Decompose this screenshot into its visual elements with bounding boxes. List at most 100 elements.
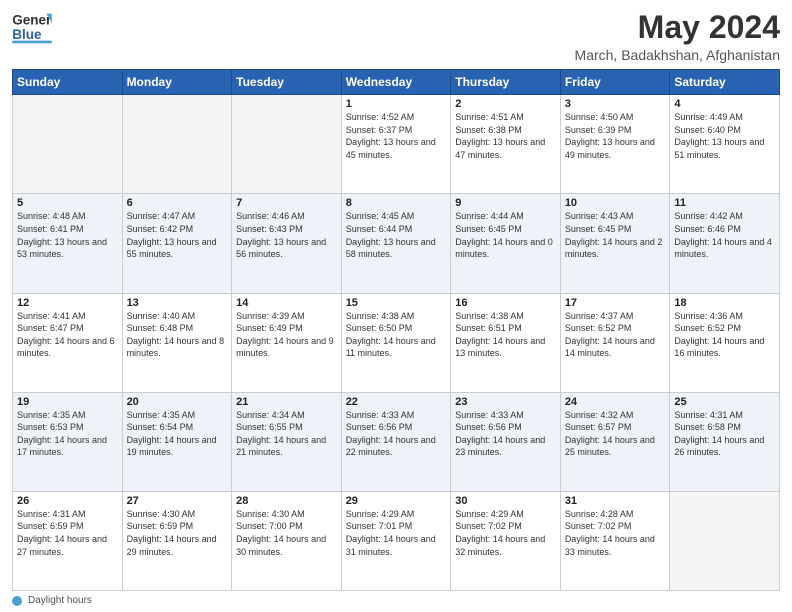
calendar-cell: 18Sunrise: 4:36 AMSunset: 6:52 PMDayligh… — [670, 293, 780, 392]
calendar-cell: 4Sunrise: 4:49 AMSunset: 6:40 PMDaylight… — [670, 95, 780, 194]
day-number: 3 — [565, 98, 666, 110]
calendar-cell: 30Sunrise: 4:29 AMSunset: 7:02 PMDayligh… — [451, 491, 561, 590]
calendar-week-row: 26Sunrise: 4:31 AMSunset: 6:59 PMDayligh… — [13, 491, 780, 590]
day-number: 5 — [17, 197, 118, 209]
day-number: 14 — [236, 297, 337, 309]
svg-text:Blue: Blue — [12, 27, 42, 42]
calendar-cell: 1Sunrise: 4:52 AMSunset: 6:37 PMDaylight… — [341, 95, 451, 194]
calendar-cell: 20Sunrise: 4:35 AMSunset: 6:54 PMDayligh… — [122, 392, 232, 491]
main-title: May 2024 — [575, 10, 780, 45]
calendar-cell — [13, 95, 123, 194]
calendar-header-row: SundayMondayTuesdayWednesdayThursdayFrid… — [13, 70, 780, 95]
calendar-header-saturday: Saturday — [670, 70, 780, 95]
calendar-cell: 8Sunrise: 4:45 AMSunset: 6:44 PMDaylight… — [341, 194, 451, 293]
day-number: 30 — [455, 495, 556, 507]
footer: Daylight hours — [12, 595, 780, 606]
calendar-table: SundayMondayTuesdayWednesdayThursdayFrid… — [12, 69, 780, 591]
day-info: Sunrise: 4:33 AMSunset: 6:56 PMDaylight:… — [455, 409, 556, 459]
day-info: Sunrise: 4:29 AMSunset: 7:01 PMDaylight:… — [346, 508, 447, 558]
day-info: Sunrise: 4:31 AMSunset: 6:58 PMDaylight:… — [674, 409, 775, 459]
day-info: Sunrise: 4:31 AMSunset: 6:59 PMDaylight:… — [17, 508, 118, 558]
day-info: Sunrise: 4:46 AMSunset: 6:43 PMDaylight:… — [236, 210, 337, 260]
day-info: Sunrise: 4:29 AMSunset: 7:02 PMDaylight:… — [455, 508, 556, 558]
title-block: May 2024 March, Badakhshan, Afghanistan — [575, 10, 780, 63]
calendar-week-row: 19Sunrise: 4:35 AMSunset: 6:53 PMDayligh… — [13, 392, 780, 491]
calendar-cell: 11Sunrise: 4:42 AMSunset: 6:46 PMDayligh… — [670, 194, 780, 293]
calendar-header-friday: Friday — [560, 70, 670, 95]
day-info: Sunrise: 4:39 AMSunset: 6:49 PMDaylight:… — [236, 310, 337, 360]
day-number: 11 — [674, 197, 775, 209]
day-number: 7 — [236, 197, 337, 209]
day-info: Sunrise: 4:28 AMSunset: 7:02 PMDaylight:… — [565, 508, 666, 558]
day-info: Sunrise: 4:41 AMSunset: 6:47 PMDaylight:… — [17, 310, 118, 360]
daylight-hours-label: Daylight hours — [28, 595, 92, 606]
calendar-cell: 26Sunrise: 4:31 AMSunset: 6:59 PMDayligh… — [13, 491, 123, 590]
day-info: Sunrise: 4:32 AMSunset: 6:57 PMDaylight:… — [565, 409, 666, 459]
day-number: 22 — [346, 396, 447, 408]
day-number: 20 — [127, 396, 228, 408]
day-info: Sunrise: 4:36 AMSunset: 6:52 PMDaylight:… — [674, 310, 775, 360]
calendar-header-tuesday: Tuesday — [232, 70, 342, 95]
subtitle: March, Badakhshan, Afghanistan — [575, 47, 780, 63]
calendar-cell: 13Sunrise: 4:40 AMSunset: 6:48 PMDayligh… — [122, 293, 232, 392]
day-number: 31 — [565, 495, 666, 507]
day-number: 2 — [455, 98, 556, 110]
calendar-header-sunday: Sunday — [13, 70, 123, 95]
day-info: Sunrise: 4:38 AMSunset: 6:51 PMDaylight:… — [455, 310, 556, 360]
logo-icon: General Blue — [12, 10, 52, 46]
calendar-cell: 10Sunrise: 4:43 AMSunset: 6:45 PMDayligh… — [560, 194, 670, 293]
day-number: 15 — [346, 297, 447, 309]
calendar-cell: 25Sunrise: 4:31 AMSunset: 6:58 PMDayligh… — [670, 392, 780, 491]
day-info: Sunrise: 4:52 AMSunset: 6:37 PMDaylight:… — [346, 111, 447, 161]
day-number: 21 — [236, 396, 337, 408]
header: General Blue May 2024 March, Badakhshan,… — [12, 10, 780, 63]
day-info: Sunrise: 4:34 AMSunset: 6:55 PMDaylight:… — [236, 409, 337, 459]
daylight-dot — [12, 596, 22, 606]
day-number: 16 — [455, 297, 556, 309]
calendar-week-row: 5Sunrise: 4:48 AMSunset: 6:41 PMDaylight… — [13, 194, 780, 293]
day-number: 25 — [674, 396, 775, 408]
day-info: Sunrise: 4:49 AMSunset: 6:40 PMDaylight:… — [674, 111, 775, 161]
calendar-cell: 17Sunrise: 4:37 AMSunset: 6:52 PMDayligh… — [560, 293, 670, 392]
day-info: Sunrise: 4:30 AMSunset: 6:59 PMDaylight:… — [127, 508, 228, 558]
day-number: 18 — [674, 297, 775, 309]
calendar-header-thursday: Thursday — [451, 70, 561, 95]
day-number: 12 — [17, 297, 118, 309]
calendar-cell: 15Sunrise: 4:38 AMSunset: 6:50 PMDayligh… — [341, 293, 451, 392]
svg-text:General: General — [12, 12, 52, 27]
day-number: 13 — [127, 297, 228, 309]
day-number: 26 — [17, 495, 118, 507]
day-info: Sunrise: 4:45 AMSunset: 6:44 PMDaylight:… — [346, 210, 447, 260]
calendar-week-row: 1Sunrise: 4:52 AMSunset: 6:37 PMDaylight… — [13, 95, 780, 194]
day-info: Sunrise: 4:30 AMSunset: 7:00 PMDaylight:… — [236, 508, 337, 558]
calendar-header-monday: Monday — [122, 70, 232, 95]
calendar-cell: 27Sunrise: 4:30 AMSunset: 6:59 PMDayligh… — [122, 491, 232, 590]
day-number: 1 — [346, 98, 447, 110]
day-number: 23 — [455, 396, 556, 408]
calendar-cell: 19Sunrise: 4:35 AMSunset: 6:53 PMDayligh… — [13, 392, 123, 491]
calendar-cell: 3Sunrise: 4:50 AMSunset: 6:39 PMDaylight… — [560, 95, 670, 194]
day-number: 6 — [127, 197, 228, 209]
day-number: 24 — [565, 396, 666, 408]
day-number: 29 — [346, 495, 447, 507]
calendar-cell: 12Sunrise: 4:41 AMSunset: 6:47 PMDayligh… — [13, 293, 123, 392]
day-info: Sunrise: 4:47 AMSunset: 6:42 PMDaylight:… — [127, 210, 228, 260]
day-number: 10 — [565, 197, 666, 209]
day-number: 28 — [236, 495, 337, 507]
calendar-cell — [670, 491, 780, 590]
calendar-cell: 7Sunrise: 4:46 AMSunset: 6:43 PMDaylight… — [232, 194, 342, 293]
calendar-cell — [122, 95, 232, 194]
day-number: 4 — [674, 98, 775, 110]
day-number: 8 — [346, 197, 447, 209]
day-info: Sunrise: 4:33 AMSunset: 6:56 PMDaylight:… — [346, 409, 447, 459]
day-info: Sunrise: 4:48 AMSunset: 6:41 PMDaylight:… — [17, 210, 118, 260]
calendar-cell: 16Sunrise: 4:38 AMSunset: 6:51 PMDayligh… — [451, 293, 561, 392]
day-info: Sunrise: 4:40 AMSunset: 6:48 PMDaylight:… — [127, 310, 228, 360]
calendar-cell: 28Sunrise: 4:30 AMSunset: 7:00 PMDayligh… — [232, 491, 342, 590]
day-number: 19 — [17, 396, 118, 408]
calendar-cell: 2Sunrise: 4:51 AMSunset: 6:38 PMDaylight… — [451, 95, 561, 194]
day-info: Sunrise: 4:44 AMSunset: 6:45 PMDaylight:… — [455, 210, 556, 260]
day-info: Sunrise: 4:35 AMSunset: 6:54 PMDaylight:… — [127, 409, 228, 459]
day-info: Sunrise: 4:43 AMSunset: 6:45 PMDaylight:… — [565, 210, 666, 260]
day-info: Sunrise: 4:38 AMSunset: 6:50 PMDaylight:… — [346, 310, 447, 360]
